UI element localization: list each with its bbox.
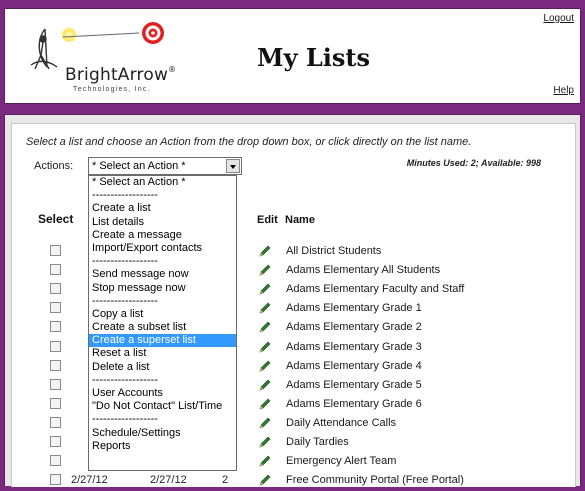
brightarrow-logo: BrightArrow® Technologies, Inc.: [27, 19, 187, 97]
row-select-checkbox[interactable]: [50, 321, 61, 333]
dropdown-separator[interactable]: ------------------: [89, 374, 236, 387]
dropdown-option[interactable]: Reports: [89, 440, 236, 453]
dropdown-separator[interactable]: ------------------: [89, 255, 236, 268]
dropdown-option[interactable]: Schedule/Settings: [89, 427, 236, 440]
dropdown-option[interactable]: User Accounts: [89, 387, 236, 400]
row-select-checkbox[interactable]: [50, 397, 61, 409]
list-name-link[interactable]: Adams Elementary Grade 6: [286, 398, 422, 410]
dropdown-separator[interactable]: ------------------: [89, 413, 236, 426]
column-header-name: Name: [285, 214, 315, 226]
pencil-icon[interactable]: [258, 359, 272, 373]
pencil-icon[interactable]: [258, 416, 272, 430]
instructions-text: Select a list and choose an Action from …: [26, 136, 472, 148]
dropdown-option[interactable]: Create a message: [89, 229, 236, 242]
column-header-select: Select: [38, 212, 74, 226]
pencil-icon[interactable]: [258, 263, 272, 277]
dropdown-option[interactable]: List details: [89, 216, 236, 229]
dropdown-option[interactable]: Create a superset list: [89, 334, 236, 348]
row-select-checkbox[interactable]: [50, 283, 61, 295]
row-contact-count: 2: [222, 474, 229, 487]
minutes-usage: Minutes Used: 2; Available: 998: [406, 158, 541, 168]
pencil-icon[interactable]: [258, 435, 272, 449]
row-select-checkbox[interactable]: [50, 340, 61, 352]
dropdown-option[interactable]: "Do Not Contact" List/Time: [89, 400, 236, 413]
row-date-modified: 2/27/12: [150, 474, 187, 487]
header-banner: BrightArrow® Technologies, Inc. My Lists…: [4, 8, 581, 104]
pencil-icon[interactable]: [258, 378, 272, 392]
dropdown-option[interactable]: Delete a list: [89, 361, 236, 374]
row-select-checkbox[interactable]: [50, 359, 61, 371]
logo-tagline: Technologies, Inc.: [73, 86, 151, 93]
dropdown-option[interactable]: Create a subset list: [89, 321, 236, 334]
dropdown-option[interactable]: Copy a list: [89, 308, 236, 321]
page-title: My Lists: [257, 43, 370, 72]
pencil-icon[interactable]: [258, 301, 272, 315]
row-select-checkbox[interactable]: [50, 455, 61, 467]
row-select-checkbox[interactable]: [50, 264, 61, 276]
list-name-link[interactable]: Adams Elementary All Students: [286, 264, 440, 276]
pencil-icon[interactable]: [258, 244, 272, 258]
row-select-checkbox[interactable]: [50, 474, 61, 486]
dropdown-option[interactable]: Send message now: [89, 268, 236, 281]
list-name-link[interactable]: Free Community Portal (Free Portal): [286, 474, 464, 486]
dropdown-option[interactable]: Reset a list: [89, 347, 236, 360]
row-select-checkbox[interactable]: [50, 245, 61, 256]
pencil-icon[interactable]: [258, 397, 272, 411]
dropdown-option[interactable]: * Select an Action *: [89, 176, 236, 189]
row-select-checkbox[interactable]: [50, 302, 61, 314]
dropdown-separator[interactable]: ------------------: [89, 295, 236, 308]
row-select-checkbox[interactable]: [50, 436, 61, 447]
list-name-link[interactable]: Adams Elementary Grade 2: [286, 321, 422, 333]
pencil-icon[interactable]: [258, 473, 272, 487]
logout-link[interactable]: Logout: [543, 13, 574, 24]
list-name-link[interactable]: Adams Elementary Grade 5: [286, 379, 422, 391]
logo-trademark: ®: [168, 65, 177, 74]
chevron-down-icon[interactable]: [226, 159, 240, 173]
actions-dropdown-list[interactable]: * Select an Action * ------------------ Cr…: [88, 175, 237, 471]
table-row: 2/27/12 2/27/12 2 Free Community Portal (Fr…: [0, 472, 585, 491]
row-date-created: 2/27/12: [71, 474, 108, 487]
list-name-link[interactable]: Adams Elementary Grade 3: [286, 341, 422, 353]
actions-selected-value: * Select an Action *: [92, 160, 186, 172]
logo-wordmark: BrightArrow: [65, 65, 169, 85]
list-name-link[interactable]: Daily Attendance Calls: [286, 417, 396, 429]
pencil-icon[interactable]: [258, 320, 272, 334]
actions-select[interactable]: * Select an Action *: [88, 157, 242, 175]
list-name-link[interactable]: All District Students: [286, 245, 381, 257]
dropdown-option[interactable]: Create a list: [89, 202, 236, 215]
pencil-icon[interactable]: [258, 340, 272, 354]
list-name-link[interactable]: Adams Elementary Grade 1: [286, 302, 422, 314]
list-name-link[interactable]: Emergency Alert Team: [286, 455, 396, 467]
row-select-checkbox[interactable]: [50, 378, 61, 390]
list-name-link[interactable]: Daily Tardies: [286, 436, 349, 448]
list-name-link[interactable]: Adams Elementary Grade 4: [286, 360, 422, 372]
dropdown-separator[interactable]: ------------------: [89, 189, 236, 202]
column-header-edit: Edit: [257, 214, 278, 226]
help-link[interactable]: Help: [553, 85, 574, 96]
pencil-icon[interactable]: [258, 454, 272, 468]
pencil-icon[interactable]: [258, 282, 272, 296]
dropdown-option[interactable]: Stop message now: [89, 282, 236, 295]
list-name-link[interactable]: Adams Elementary Faculty and Staff: [286, 283, 464, 295]
row-select-checkbox[interactable]: [50, 416, 61, 428]
actions-label: Actions:: [34, 160, 74, 172]
dropdown-option[interactable]: Import/Export contacts: [89, 242, 236, 255]
